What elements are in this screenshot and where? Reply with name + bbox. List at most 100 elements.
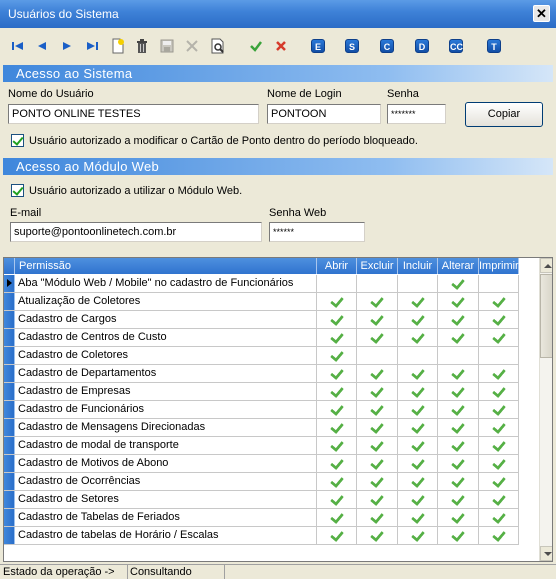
permission-excluir-cell[interactable] [357,347,398,364]
autoriza-web-checkbox[interactable] [11,184,24,197]
row-indicator[interactable] [4,527,15,544]
permission-name[interactable]: Cadastro de Centros de Custo [15,329,317,346]
permission-imprimir-cell check-icon[interactable] [479,419,519,436]
permission-name[interactable]: Cadastro de Ocorrências [15,473,317,490]
permission-excluir-cell check-icon[interactable] [357,491,398,508]
previous-record-icon[interactable] [34,38,50,54]
nome-usuario-field[interactable]: PONTO ONLINE TESTES [8,104,259,124]
senha-web-field[interactable]: ****** [269,222,365,242]
permission-imprimir-cell check-icon[interactable] [479,437,519,454]
permission-abrir-cell[interactable] [317,275,357,292]
permission-excluir-cell check-icon[interactable] [357,365,398,382]
permission-incluir-cell[interactable] [398,347,438,364]
permission-alterar-cell check-icon[interactable] [438,509,479,526]
header-alterar[interactable]: Alterar [438,258,479,274]
permission-imprimir-cell[interactable] [479,275,519,292]
row-indicator[interactable] [4,473,15,490]
row-indicator[interactable] [4,365,15,382]
delete-icon[interactable] [134,38,150,54]
scroll-up-icon[interactable] [540,258,552,273]
header-excluir[interactable]: Excluir [357,258,398,274]
copiar-button[interactable]: Copiar [465,102,543,127]
row-indicator[interactable] [4,383,15,400]
permission-excluir-cell check-icon[interactable] [357,401,398,418]
table-row[interactable]: Cadastro de Tabelas de Feriados [4,509,519,527]
permission-alterar-cell check-icon[interactable] [438,311,479,328]
header-imprimir[interactable]: Imprimir [479,258,519,274]
report-cc-icon[interactable]: CC [449,39,463,53]
table-row[interactable]: Cadastro de Coletores [4,347,519,365]
permission-abrir-cell check-icon[interactable] [317,365,357,382]
permission-alterar-cell check-icon[interactable] [438,455,479,472]
permission-incluir-cell check-icon[interactable] [398,491,438,508]
table-row[interactable]: Cadastro de Funcionários [4,401,519,419]
permission-alterar-cell check-icon[interactable] [438,329,479,346]
permission-name[interactable]: Cadastro de modal de transporte [15,437,317,454]
permission-incluir-cell check-icon[interactable] [398,509,438,526]
permission-excluir-cell[interactable] [357,275,398,292]
table-row[interactable]: Cadastro de Ocorrências [4,473,519,491]
permission-abrir-cell check-icon[interactable] [317,293,357,310]
permission-alterar-cell check-icon[interactable] [438,437,479,454]
row-indicator[interactable] [4,293,15,310]
permission-imprimir-cell check-icon[interactable] [479,383,519,400]
table-row[interactable]: Aba "Módulo Web / Mobile" no cadastro de… [4,275,519,293]
permission-name[interactable]: Cadastro de Tabelas de Feriados [15,509,317,526]
report-d-icon[interactable]: D [415,39,429,53]
permission-name[interactable]: Cadastro de Setores [15,491,317,508]
table-row[interactable]: Cadastro de Centros de Custo [4,329,519,347]
permission-abrir-cell check-icon[interactable] [317,527,357,544]
header-incluir[interactable]: Incluir [398,258,438,274]
permission-abrir-cell check-icon[interactable] [317,401,357,418]
permission-imprimir-cell check-icon[interactable] [479,365,519,382]
permission-imprimir-cell check-icon[interactable] [479,491,519,508]
report-t-icon[interactable]: T [487,39,501,53]
row-indicator[interactable] [4,419,15,436]
permission-alterar-cell check-icon[interactable] [438,419,479,436]
table-row[interactable]: Cadastro de Empresas [4,383,519,401]
permission-alterar-cell check-icon[interactable] [438,293,479,310]
permission-name[interactable]: Aba "Módulo Web / Mobile" no cadastro de… [15,275,317,292]
table-row[interactable]: Cadastro de Cargos [4,311,519,329]
permission-abrir-cell check-icon[interactable] [317,329,357,346]
row-indicator[interactable] [4,311,15,328]
header-permissao[interactable]: Permissão [15,258,317,274]
new-record-icon[interactable] [110,38,126,54]
row-indicator[interactable] [4,275,15,292]
header-abrir[interactable]: Abrir [317,258,357,274]
permission-abrir-cell check-icon[interactable] [317,311,357,328]
permission-imprimir-cell check-icon[interactable] [479,329,519,346]
next-record-icon[interactable] [59,38,75,54]
permission-incluir-cell check-icon[interactable] [398,383,438,400]
permission-incluir-cell check-icon[interactable] [398,473,438,490]
permission-incluir-cell check-icon[interactable] [398,311,438,328]
permission-abrir-cell check-icon[interactable] [317,419,357,436]
row-indicator[interactable] [4,347,15,364]
table-row[interactable]: Cadastro de Motivos de Abono [4,455,519,473]
row-indicator[interactable] [4,491,15,508]
permission-alterar-cell check-icon[interactable] [438,401,479,418]
permission-alterar-cell check-icon[interactable] [438,365,479,382]
permission-name[interactable]: Cadastro de tabelas de Horário / Escalas [15,527,317,544]
permission-incluir-cell check-icon[interactable] [398,437,438,454]
permission-name[interactable]: Cadastro de Empresas [15,383,317,400]
permission-name[interactable]: Atualização de Coletores [15,293,317,310]
permission-excluir-cell check-icon[interactable] [357,311,398,328]
first-record-icon[interactable] [10,38,26,54]
permission-abrir-cell check-icon[interactable] [317,383,357,400]
permission-name[interactable]: Cadastro de Funcionários [15,401,317,418]
table-row[interactable]: Atualização de Coletores [4,293,519,311]
print-preview-icon[interactable] [210,38,226,54]
permission-incluir-cell check-icon[interactable] [398,365,438,382]
table-row[interactable]: Cadastro de Mensagens Direcionadas [4,419,519,437]
permission-name[interactable]: Cadastro de Mensagens Direcionadas [15,419,317,436]
permission-name[interactable]: Cadastro de Coletores [15,347,317,364]
permission-alterar-cell[interactable] [438,347,479,364]
permission-name[interactable]: Cadastro de Departamentos [15,365,317,382]
permission-abrir-cell check-icon[interactable] [317,347,357,364]
permission-alterar-cell check-icon[interactable] [438,383,479,400]
permission-imprimir-cell check-icon[interactable] [479,311,519,328]
permission-name[interactable]: Cadastro de Motivos de Abono [15,455,317,472]
table-row[interactable]: Cadastro de modal de transporte [4,437,519,455]
permission-imprimir-cell check-icon[interactable] [479,473,519,490]
